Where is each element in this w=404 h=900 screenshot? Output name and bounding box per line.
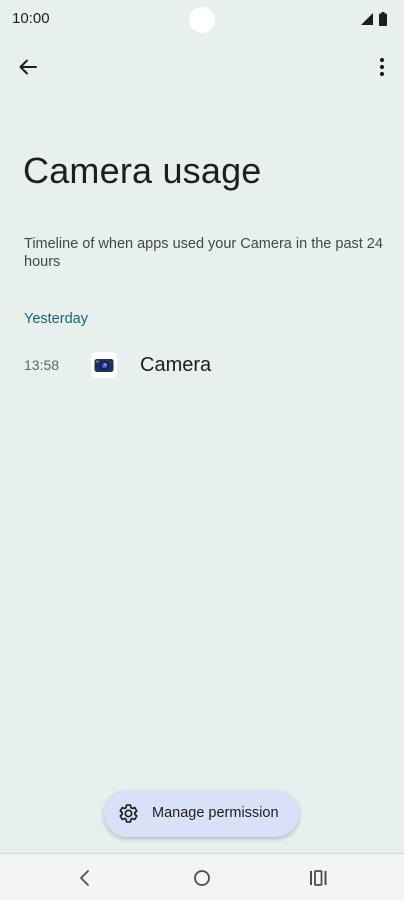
- back-button[interactable]: [12, 51, 44, 83]
- page-title: Camera usage: [23, 150, 262, 191]
- gear-icon: [119, 804, 138, 823]
- arrow-left-icon: [19, 59, 37, 75]
- usage-time: 13:58: [24, 357, 60, 373]
- camera-app-icon: [91, 352, 117, 378]
- manage-permission-button[interactable]: Manage permission: [104, 790, 299, 837]
- manage-permission-label: Manage permission: [152, 805, 279, 821]
- app-bar: [0, 44, 404, 90]
- section-header-yesterday: Yesterday: [24, 311, 88, 327]
- home-nav-icon[interactable]: [190, 866, 214, 890]
- status-bar: 10:00: [0, 0, 404, 40]
- more-vert-icon: [379, 57, 385, 77]
- page-description: Timeline of when apps used your Camera i…: [24, 236, 383, 270]
- signal-icon: [361, 13, 373, 25]
- usage-app-name: Camera: [140, 354, 212, 376]
- system-nav-bar: [0, 853, 404, 900]
- recents-nav-icon[interactable]: [306, 866, 330, 890]
- usage-row-camera[interactable]: 13:58 Camera: [0, 342, 404, 388]
- more-options-button[interactable]: [366, 51, 398, 83]
- camera-cutout: [189, 7, 215, 33]
- battery-icon: [379, 12, 387, 26]
- back-nav-icon[interactable]: [73, 866, 97, 890]
- status-time: 10:00: [12, 10, 50, 27]
